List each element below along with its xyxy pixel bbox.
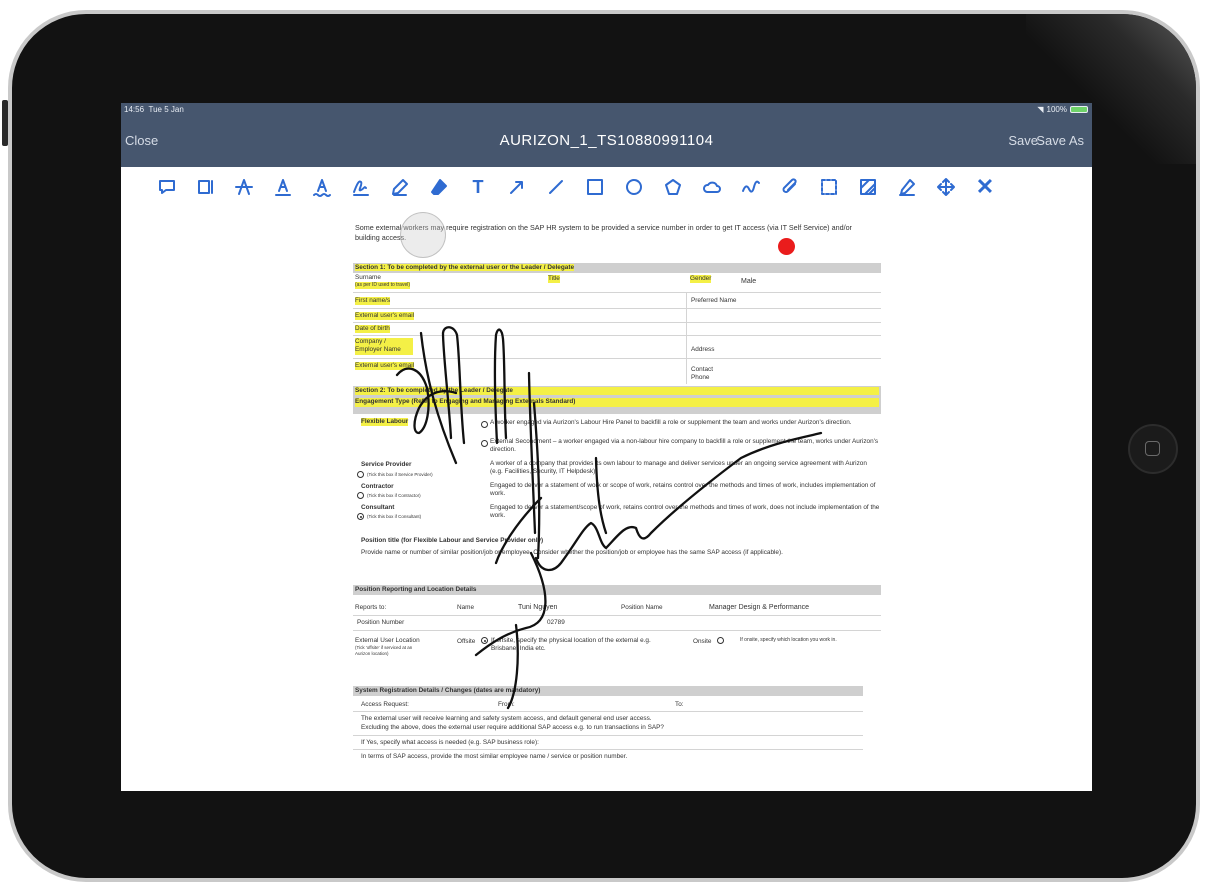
section1-header: Section 1: To be completed by the extern… [353,263,881,274]
wifi-icon: ◥ [1037,105,1044,114]
onsite-radio[interactable] [717,637,724,644]
arrow-icon[interactable] [505,175,529,199]
battery-percent: 100% [1046,105,1067,114]
bullet-4: Engaged to deliver a statement of work o… [490,482,876,498]
freehand-icon[interactable] [739,175,763,199]
offsite-label: Offsite [457,638,476,645]
service-provider-label: Service Provider [361,461,412,468]
side-button [2,100,8,146]
home-icon [1145,441,1160,456]
position-number-value: 02789 [547,619,565,626]
text-icon[interactable]: T [466,175,490,199]
status-time: 14:56 Tue 5 Jan [124,105,184,114]
position-reporting-header: Position Reporting and Location Details [353,585,881,596]
cloud-icon[interactable] [700,175,724,199]
consultant-radio[interactable] [357,513,364,520]
address-label: Address [691,346,715,353]
pdf-page: Some external workers may require regist… [353,218,883,791]
comment-icon[interactable] [155,175,179,199]
title-label: Title [548,275,560,284]
surname-sublabel: (as per ID used to travel) [355,282,411,289]
annotation-toolbar: T ✕ [121,167,1092,207]
close-toolbar-icon[interactable]: ✕ [973,175,997,199]
sys-reg-header: System Registration Details / Changes (d… [353,686,863,697]
touch-indicator [400,212,446,258]
eraser-icon[interactable] [427,175,451,199]
selection-icon[interactable] [817,175,841,199]
sys-text-2: Excluding the above, does the external u… [361,724,664,731]
bullet-2: External Secondment – a worker engaged v… [490,438,879,454]
consultant-label: Consultant [361,504,395,511]
ext-email-label: External user's email [355,362,415,371]
status-bar: 14:56 Tue 5 Jan ◥ 100% [121,103,1092,117]
offsite-text: If offsite, specify the physical locatio… [491,637,651,653]
dob-label: Date of birth [355,325,390,334]
strikethrough-icon[interactable] [232,175,256,199]
con-tick-text: (Tick this box if Contractor) [367,493,421,498]
document-title: AURIZON_1_TS10880991104 [499,132,714,149]
rectangle-icon[interactable] [583,175,607,199]
email-label: External user's email [355,312,415,321]
home-button[interactable] [1128,424,1178,474]
name-value: Tuni Nguyen [518,604,558,611]
bullet-5: Engaged to deliver a statement/scope of … [490,504,880,520]
bullet-3: A worker of a company that provides its … [490,460,867,476]
pen-icon[interactable] [895,175,919,199]
position-name-label: Position Name [621,604,663,611]
sys-text-1: The external user will receive learning … [361,715,652,722]
service-provider-radio[interactable] [357,471,364,478]
gender-label: Gender [690,275,712,284]
flexible-labour-label: Flexible Labour [361,418,409,427]
contractor-radio[interactable] [357,492,364,499]
line-icon[interactable] [544,175,568,199]
squiggly-icon[interactable] [310,175,334,199]
position-number-label: Position Number [357,619,405,626]
onsite-label: Onsite [693,638,712,645]
from-label: From: [498,701,515,708]
pentagon-icon[interactable] [661,175,685,199]
reports-to-label: Reports to: [355,604,387,611]
gender-value: Male [741,278,757,285]
sys-text-3: If Yes, specify what access is needed (e… [361,739,539,746]
flexible-radio-1[interactable] [481,421,488,428]
ext-location-sublabel: (Tick 'offsite' if serviced at an Aurizo… [355,645,413,656]
offsite-radio[interactable] [481,637,488,644]
section2-header: Section 2: To be completed by the Leader… [353,386,881,414]
note-icon[interactable] [194,175,218,199]
contact-phone-label: Contact Phone [691,366,714,382]
underline-icon[interactable] [271,175,295,199]
contractor-label: Contractor [361,483,394,490]
save-as-button[interactable]: Save As [1036,133,1084,148]
name-label: Name [457,604,475,611]
flexible-radio-2[interactable] [481,440,488,447]
save-button[interactable]: Save [1008,133,1038,148]
redaction-icon[interactable] [856,175,880,199]
to-label: To: [675,701,684,708]
position-name-value: Manager Design & Performance [709,604,809,611]
position-title-heading: Position title (for Flexible Labour and … [361,537,544,544]
cons-tick-text: (Tick this box if Consultant) [367,514,422,519]
company-label: Company / Employer Name [355,338,413,355]
sys-text-4: In terms of SAP access, provide the most… [361,753,628,760]
status-right: ◥ 100% [1037,105,1088,114]
move-icon[interactable] [934,175,958,199]
onsite-text: If onsite, specify which location you wo… [740,637,837,643]
access-request-label: Access Request: [361,701,409,708]
bullet-1: A worker engaged via Aurizon's Labour Hi… [490,419,852,426]
highlighter-icon[interactable] [388,175,412,199]
preferred-name-label: Preferred Name [691,297,737,304]
signature-icon[interactable] [349,175,373,199]
nav-bar: Close AURIZON_1_TS10880991104 Save Save … [121,117,1092,167]
first-name-label: First name/s [355,297,391,306]
battery-icon [1070,106,1088,113]
attachment-icon[interactable] [778,175,802,199]
app-screen: 14:56 Tue 5 Jan ◥ 100% Close AURIZON_1_T… [121,103,1092,791]
sp-tick-text: (Tick this box if Service Provider) [367,472,433,477]
red-recording-dot [778,238,795,255]
position-title-text: Provide name or number of similar positi… [361,549,783,556]
circle-icon[interactable] [622,175,646,199]
